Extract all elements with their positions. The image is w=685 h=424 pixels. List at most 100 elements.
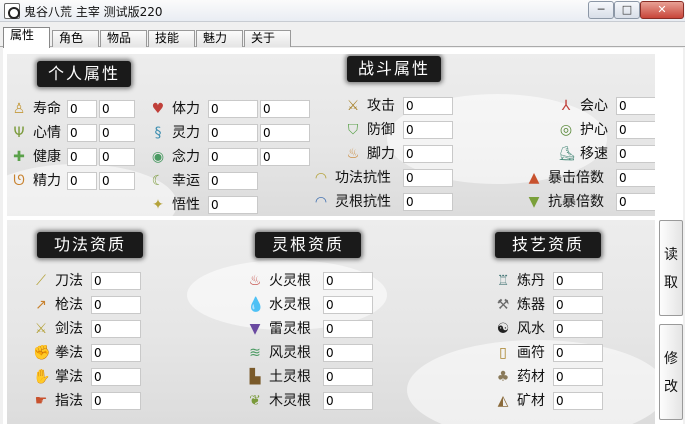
triple-triangle-icon: ▼ xyxy=(528,194,540,210)
stamina-max-input[interactable] xyxy=(260,100,310,118)
linggen-row: ▼ 雷灵根 xyxy=(247,320,373,338)
scroll-icon: ▯ xyxy=(499,345,507,361)
heart-icon: ♥ xyxy=(151,101,165,117)
combat-row: ◠ 功法抗性 xyxy=(313,169,453,187)
critical-chance-input[interactable] xyxy=(616,97,655,115)
anti-crit-multiplier-input[interactable] xyxy=(616,193,655,211)
mood-current-input[interactable] xyxy=(67,124,97,142)
tab-items[interactable]: 物品 xyxy=(100,30,147,47)
linggen-row: ♨ 火灵根 xyxy=(247,272,373,290)
thunder-root-input[interactable] xyxy=(323,320,373,338)
palm-icon: ✋ xyxy=(33,369,51,385)
lifespan-current-input[interactable] xyxy=(67,100,97,118)
personal-row: ✦ 悟性 xyxy=(150,196,260,214)
energy-current-input[interactable] xyxy=(67,172,97,190)
personal-row: § 灵力 xyxy=(150,124,310,142)
skill-row: ⚒ 炼器 xyxy=(495,296,603,314)
personal-row: Ψ 心情 xyxy=(11,124,135,142)
personal-row: ◉ 念力 xyxy=(150,148,310,166)
star-icon: ✦ xyxy=(152,197,164,213)
section-title-skill: 技艺资质 xyxy=(495,232,601,258)
gongfa-row: ⚔ 剑法 xyxy=(33,320,141,338)
spear-input[interactable] xyxy=(91,296,141,314)
earth-root-input[interactable] xyxy=(323,368,373,386)
tab-charm[interactable]: 魅力 xyxy=(196,30,243,47)
spear-icon: ↗ xyxy=(35,297,47,313)
water-root-input[interactable] xyxy=(323,296,373,314)
close-button[interactable]: ✕ xyxy=(640,1,684,19)
personal-row: ☾ 幸运 xyxy=(150,172,260,190)
luck-input[interactable] xyxy=(208,172,258,190)
section-title-combat: 战斗属性 xyxy=(347,56,441,82)
defense-input[interactable] xyxy=(403,121,453,139)
mood-max-input[interactable] xyxy=(99,124,135,142)
energy-max-input[interactable] xyxy=(99,172,135,190)
lifespan-max-input[interactable] xyxy=(99,100,135,118)
tab-character[interactable]: 角色 xyxy=(52,30,99,47)
tab-content: 个人属性 战斗属性 ♙ 寿命 Ψ 心情 ✚ 健康 ᘎ xyxy=(3,48,683,424)
sprout-icon: Ψ xyxy=(13,125,25,141)
minimize-button[interactable]: ─ xyxy=(588,1,614,19)
ore-icon: ◭ xyxy=(497,393,509,409)
wind-root-input[interactable] xyxy=(323,344,373,362)
leaf-icon: ❦ xyxy=(249,393,261,409)
skill-row: ♣ 药材 xyxy=(495,368,603,386)
health-current-input[interactable] xyxy=(67,148,97,166)
cross-icon: ✚ xyxy=(13,149,25,165)
heart-guard-input[interactable] xyxy=(616,121,655,139)
health-max-input[interactable] xyxy=(99,148,135,166)
combat-row: ▼ 抗暴倍数 xyxy=(526,193,655,211)
tab-attributes[interactable]: 属性 xyxy=(3,27,50,48)
alchemy-input[interactable] xyxy=(553,272,603,290)
spirit-root-resistance-input[interactable] xyxy=(403,193,453,211)
move-speed-input[interactable] xyxy=(616,145,655,163)
comprehension-input[interactable] xyxy=(208,196,258,214)
spirit-current-input[interactable] xyxy=(208,124,258,142)
wood-root-input[interactable] xyxy=(323,392,373,410)
palm-input[interactable] xyxy=(91,368,141,386)
fire-icon: ♨ xyxy=(248,273,262,289)
combat-row: ⚔ 攻击 xyxy=(345,97,453,115)
mind-max-input[interactable] xyxy=(260,148,310,166)
title-bar: 鬼谷八荒 主宰 测试版220 ─ □ ✕ xyxy=(0,0,685,22)
personal-row: ♙ 寿命 xyxy=(11,100,135,118)
maximize-button[interactable]: □ xyxy=(614,1,640,19)
read-button[interactable]: 读 取 xyxy=(659,220,683,316)
finger-input[interactable] xyxy=(91,392,141,410)
eye-icon: ◉ xyxy=(151,149,165,165)
modify-button[interactable]: 修 改 xyxy=(659,324,683,420)
section-title-linggen: 灵根资质 xyxy=(255,232,361,258)
fist-input[interactable] xyxy=(91,344,141,362)
herbs-input[interactable] xyxy=(553,368,603,386)
ore-input[interactable] xyxy=(553,392,603,410)
mind-current-input[interactable] xyxy=(208,148,258,166)
forging-input[interactable] xyxy=(553,296,603,314)
blade-icon: ⟋ xyxy=(36,273,46,289)
skill-row: ☯ 风水 xyxy=(495,320,603,338)
yinyang-icon: ☯ xyxy=(496,321,510,337)
blade-input[interactable] xyxy=(91,272,141,290)
finger-icon: ☛ xyxy=(34,393,48,409)
section-title-personal: 个人属性 xyxy=(37,61,131,87)
tab-about[interactable]: 关于 xyxy=(244,30,291,47)
attribute-panel: 个人属性 战斗属性 ♙ 寿命 Ψ 心情 ✚ 健康 ᘎ xyxy=(7,54,655,216)
tab-skills[interactable]: 技能 xyxy=(148,30,195,47)
gongfa-row: ↗ 枪法 xyxy=(33,296,141,314)
footwork-input[interactable] xyxy=(403,145,453,163)
attack-input[interactable] xyxy=(403,97,453,115)
talisman-input[interactable] xyxy=(553,344,603,362)
crit-multiplier-input[interactable] xyxy=(616,169,655,187)
waves-icon: § xyxy=(154,125,162,141)
gongfa-row: ✋ 掌法 xyxy=(33,368,141,386)
spirit-max-input[interactable] xyxy=(260,124,310,142)
stamina-current-input[interactable] xyxy=(208,100,258,118)
fengshui-input[interactable] xyxy=(553,320,603,338)
skill-row: ◭ 矿材 xyxy=(495,392,603,410)
fire-root-input[interactable] xyxy=(323,272,373,290)
triple-triangle-icon: ▲ xyxy=(528,170,540,186)
technique-resistance-input[interactable] xyxy=(403,169,453,187)
combat-row: ⅄ 会心 xyxy=(558,97,655,115)
sword-input[interactable] xyxy=(91,320,141,338)
app-icon xyxy=(4,3,20,19)
linggen-row: 💧 水灵根 xyxy=(247,296,373,314)
